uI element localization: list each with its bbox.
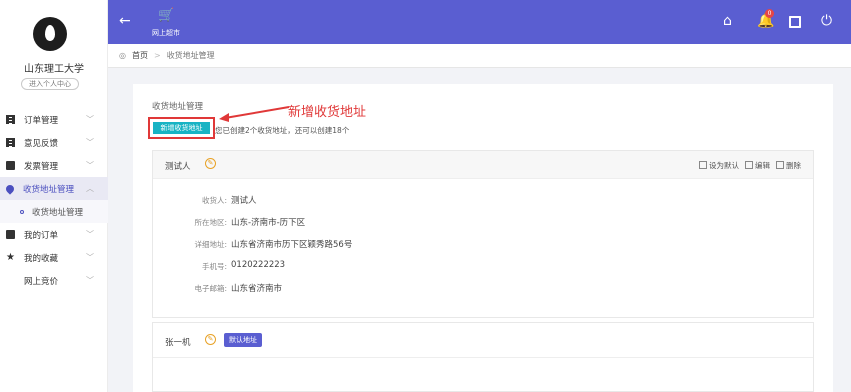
chevron-down-icon: ﹀: [86, 230, 94, 239]
sidebar-item-orders[interactable]: 订单管理 ﹀: [0, 108, 108, 131]
recipient-name: 张一机: [165, 338, 191, 348]
sidebar-item-label: 我的收藏: [23, 253, 58, 264]
trash-icon: [776, 161, 784, 169]
sidebar-item-label: 发票管理: [24, 161, 59, 172]
chevron-down-icon: ﹀: [86, 276, 94, 285]
field-row: 收货人: 测试人: [153, 195, 813, 217]
field-label: 详细地址:: [194, 240, 227, 249]
sidebar-item-feedback[interactable]: 意见反馈 ﹀: [0, 131, 108, 154]
field-row: 详细地址: 山东省济南市历下区颖秀路56号: [153, 239, 813, 261]
sidebar-menu: 订单管理 ﹀ 意见反馈 ﹀ 发票管理 ﹀ 收货地址管理 ︿ 收货地址管理 我的订…: [0, 108, 108, 292]
sidebar-item-address[interactable]: 收货地址管理 ︿: [0, 177, 108, 200]
field-label: 电子邮箱:: [194, 284, 227, 293]
field-row: 电子邮箱: 山东省济南市: [153, 283, 813, 305]
chevron-down-icon: ﹀: [86, 115, 94, 124]
chevron-down-icon: ﹀: [86, 253, 94, 262]
fullscreen-icon[interactable]: [789, 16, 801, 28]
school-name: 山东理工大学: [24, 64, 84, 75]
sidebar-item-label: 订单管理: [24, 115, 59, 126]
main-content: 收货地址管理 新增收货地址 您已创建2个收货地址，还可以创建18个 新增收货地址…: [133, 84, 833, 392]
document-icon: [6, 161, 15, 170]
list-icon: [6, 138, 15, 147]
sidebar-item-label: 收货地址管理: [23, 184, 75, 195]
sidebar-item-my-orders[interactable]: 我的订单 ﹀: [0, 223, 108, 246]
edit-icon[interactable]: ✎: [205, 158, 216, 169]
location-pin-icon: [4, 182, 16, 195]
sidebar-item-label: 网上竞价: [24, 276, 59, 287]
power-icon[interactable]: ⏻: [821, 13, 832, 29]
sidebar-subitem-address[interactable]: 收货地址管理: [0, 200, 108, 223]
edit-icon[interactable]: ✎: [205, 334, 216, 345]
address-count-hint: 您已创建2个收货地址，还可以创建18个: [215, 126, 350, 135]
list-icon: [6, 115, 15, 124]
set-default-button[interactable]: 设为默认: [699, 160, 739, 171]
personal-center-button[interactable]: 进入个人中心: [21, 78, 79, 90]
field-value: 测试人: [231, 196, 257, 206]
breadcrumb: ◎ 首页 > 收货地址管理: [108, 44, 851, 68]
annotation-arrow: [219, 106, 290, 122]
school-logo: [33, 17, 67, 51]
section-title: 收货地址管理: [152, 102, 204, 112]
dot-icon: [20, 209, 24, 214]
field-value: 山东-济南市-历下区: [231, 218, 306, 228]
recipient-name: 测试人: [165, 162, 191, 172]
shop-label[interactable]: 网上超市: [152, 28, 180, 38]
sidebar-item-bidding[interactable]: 网上竞价 ﹀: [0, 269, 108, 292]
notification-badge: 0: [765, 9, 774, 18]
breadcrumb-separator: >: [153, 51, 161, 60]
breadcrumb-home[interactable]: 首页: [132, 50, 148, 61]
field-row: 所在地区: 山东-济南市-历下区: [153, 217, 813, 239]
sidebar-item-favorites[interactable]: ★ 我的收藏 ﹀: [0, 246, 108, 269]
sidebar-item-label: 收货地址管理: [32, 207, 84, 218]
default-address-tag: 默认地址: [224, 333, 262, 347]
field-row: 手机号: 0120222223: [153, 260, 813, 283]
star-icon: ★: [6, 252, 15, 263]
location-icon: ◎: [119, 51, 126, 60]
shopping-cart-icon[interactable]: 🛒: [158, 8, 174, 23]
edit-button[interactable]: 编辑: [745, 160, 770, 171]
chevron-down-icon: ﹀: [86, 161, 94, 170]
breadcrumb-current: 收货地址管理: [166, 51, 215, 60]
delete-button[interactable]: 删除: [776, 160, 801, 171]
checkbox-icon: [699, 161, 707, 169]
address-card: 张一机 ✎ 默认地址: [152, 322, 814, 392]
home-icon[interactable]: ⌂: [723, 13, 732, 29]
field-label: 所在地区:: [194, 218, 227, 227]
annotation-text: 新增收货地址: [288, 105, 367, 120]
sidebar-item-label: 我的订单: [24, 230, 59, 241]
field-label: 手机号:: [201, 262, 227, 271]
field-value: 山东省济南市历下区颖秀路56号: [231, 240, 353, 250]
top-bar: ← 🛒 网上超市 ⌂ 🔔 0 ⏻: [108, 0, 851, 44]
sidebar-item-label: 意见反馈: [24, 138, 59, 149]
address-card: 测试人 ✎ 设为默认 编辑 删除 收货人: 测试人 所在地区: 山东-济南市-历…: [152, 150, 814, 318]
field-value: 山东省济南市: [231, 284, 283, 294]
field-label: 收货人:: [201, 196, 227, 205]
address-fields: 收货人: 测试人 所在地区: 山东-济南市-历下区 详细地址: 山东省济南市历下…: [153, 195, 813, 305]
sidebar: 山东理工大学 进入个人中心 订单管理 ﹀ 意见反馈 ﹀ 发票管理 ﹀ 收货地址管…: [0, 0, 108, 392]
chevron-up-icon: ︿: [86, 184, 94, 193]
add-address-button[interactable]: 新增收货地址: [153, 122, 210, 134]
sidebar-item-invoice[interactable]: 发票管理 ﹀: [0, 154, 108, 177]
document-icon: [6, 230, 15, 239]
chevron-down-icon: ﹀: [86, 138, 94, 147]
edit-icon: [745, 161, 753, 169]
field-value: 0120222223: [231, 260, 286, 270]
back-arrow-icon[interactable]: ←: [119, 13, 131, 29]
